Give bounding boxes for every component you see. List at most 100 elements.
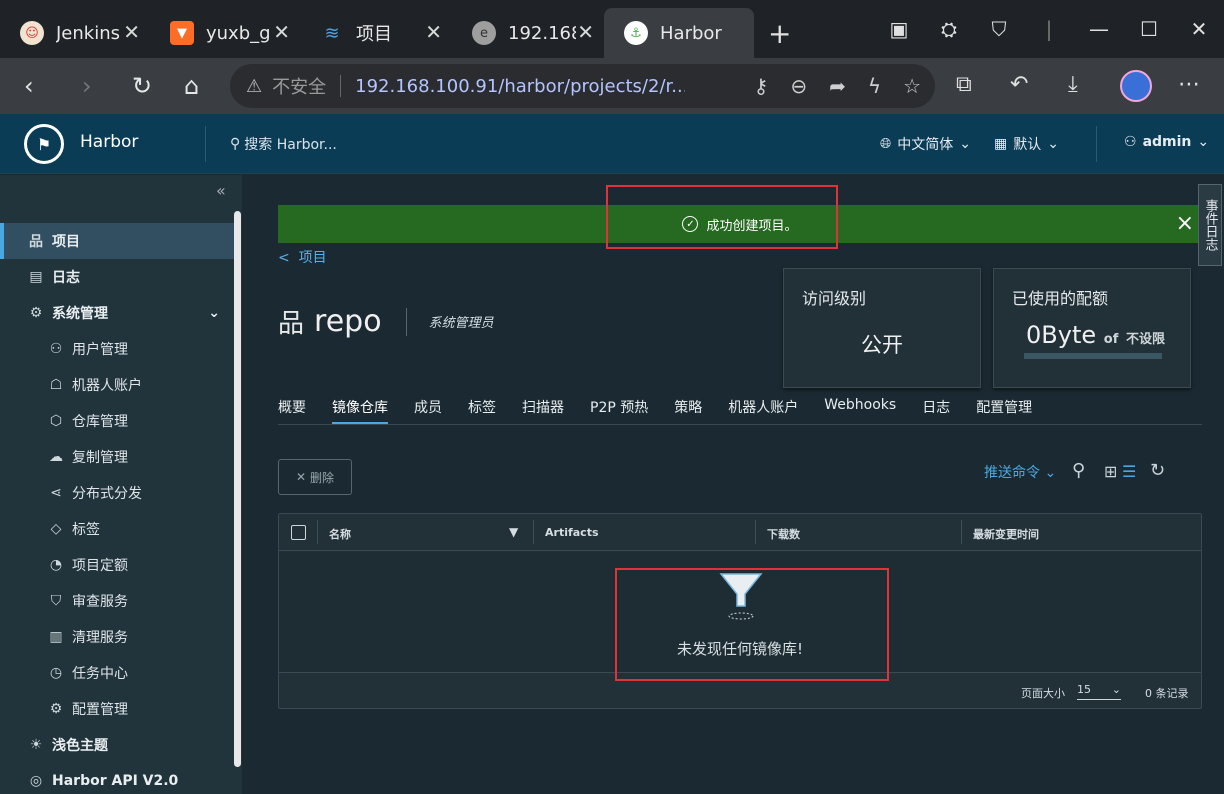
access-level-card: 访问级别 公开 [783,268,981,388]
gitlab-icon: ▼ [170,21,194,45]
delete-button[interactable]: ✕ 删除 [278,459,352,495]
reload-icon[interactable]: ↻ [132,72,152,100]
close-icon[interactable]: × [1176,211,1194,236]
trash-icon: ▥ [49,629,63,645]
close-tab-icon[interactable]: ✕ [425,20,442,44]
browser-tab-gitlab[interactable]: ▼ yuxb_gi ✕ [150,8,300,58]
tab-policy[interactable]: 策略 [674,397,702,424]
tab-scanner[interactable]: 扫描器 [522,397,564,424]
divider [340,75,342,97]
star-icon[interactable]: ☆ [903,74,921,98]
column-updated[interactable]: 最新变更时间 [973,526,1039,542]
avatar[interactable] [1120,70,1152,102]
highlight-box [606,185,838,249]
download-icon[interactable]: ⤓ [1068,72,1078,97]
close-window-icon[interactable]: ✕ [1174,17,1224,41]
tab-robots[interactable]: 机器人账户 [728,397,798,424]
new-tab-button[interactable]: + [768,8,791,58]
browser-tab-jenkins[interactable]: ☺ Jenkins ✕ [0,8,150,58]
highlight-box [615,568,889,681]
minimize-icon[interactable]: — [1074,17,1124,41]
search-icon[interactable]: ⚲ [1072,460,1085,481]
lightning-icon[interactable]: ϟ [868,74,881,98]
grid-view-icon[interactable]: ⊞ [1104,462,1117,481]
sidebar-item-light-theme[interactable]: ☀ 浅色主题 [0,727,234,763]
search-input[interactable]: ⚲ 搜索 Harbor... [230,134,337,154]
tab-webhooks[interactable]: Webhooks [824,397,896,424]
page-size-select[interactable]: 15 ⌄ [1077,683,1121,700]
browser-tab-project[interactable]: ≋ 项目 ✕ [300,8,452,58]
column-downloads[interactable]: 下载数 [767,526,800,542]
close-tab-icon[interactable]: ✕ [123,20,140,44]
language-menu[interactable]: 🌐︎ 中文简体 ⌄ [880,134,971,154]
incognito-icon[interactable]: ⛭ [924,17,974,41]
browser-tab-harbor[interactable]: ⚓ Harbor [604,8,754,58]
url-field[interactable]: ⚠ 不安全 192.168.100.91/harbor/projects/2/r… [230,64,935,108]
undo-icon[interactable]: ↶ [1010,72,1028,97]
sidebar-item-admin[interactable]: ⚙ 系统管理 ⌄ [0,295,234,331]
sidebar-item-users[interactable]: ⚇ 用户管理 [0,331,234,367]
tab-labels[interactable]: 标签 [468,397,496,424]
list-view-icon[interactable]: ☰ [1122,462,1136,481]
forward-icon[interactable]: › [82,72,92,100]
address-bar: ‹ › ↻ ⌂ ⚠ 不安全 192.168.100.91/harbor/proj… [0,58,1224,114]
sidebar-item-config[interactable]: ⚙ 配置管理 [0,691,234,727]
sidebar: « 品 项目 ▤ 日志 ⚙ 系统管理 ⌄ ⚇ 用户管理 ☖ 机器人账户 ⬡ 仓库… [0,175,242,794]
sidebar-item-jobs[interactable]: ◷ 任务中心 [0,655,234,691]
sidebar-item-projects[interactable]: 品 项目 [0,223,234,259]
user-menu[interactable]: ⚇ admin ⌄ [1124,134,1209,150]
url-text[interactable]: 192.168.100.91/harbor/projects/2/r... [355,76,685,97]
brand-name[interactable]: Harbor [80,132,138,152]
sidebar-item-distribution[interactable]: ⋖ 分布式分发 [0,475,234,511]
share-icon[interactable]: ➦ [829,74,846,98]
refresh-icon[interactable]: ↻ [1150,460,1165,481]
tab-members[interactable]: 成员 [414,397,442,424]
wave-icon: ≋ [324,22,340,44]
browser-tab-ip[interactable]: e 192.168 ✕ [452,8,604,58]
maximize-icon[interactable]: ☐ [1124,17,1174,41]
window-controls: ▣ ⛭ ⛉ | — ☐ ✕ [874,0,1224,58]
column-artifacts[interactable]: Artifacts [545,526,599,539]
sidebar-item-logs[interactable]: ▤ 日志 [0,259,234,295]
chevron-down-icon: ⌄ [959,136,971,152]
tab-logs[interactable]: 日志 [922,397,950,424]
sidebar-item-api[interactable]: ◎ Harbor API V2.0 [0,763,234,794]
theme-menu[interactable]: ▦ 默认 ⌄ [994,134,1059,154]
tab-config[interactable]: 配置管理 [976,397,1032,424]
harbor-logo-icon[interactable]: ⚑ [24,124,64,164]
sidebar-item-quotas[interactable]: ◔ 项目定额 [0,547,234,583]
filter-icon[interactable]: ▼ [509,525,518,539]
back-icon[interactable]: ‹ [24,72,34,100]
sidebar-item-interrogation[interactable]: ⛉ 审查服务 [0,583,234,619]
home-icon[interactable]: ⌂ [184,72,199,100]
divider: | [1045,17,1053,41]
sidebar-item-gc[interactable]: ▥ 清理服务 [0,619,234,655]
sidebar-scrollbar[interactable] [234,211,241,767]
sidebar-item-replication[interactable]: ☁ 复制管理 [0,439,234,475]
close-tab-icon[interactable]: ✕ [577,20,594,44]
breadcrumb[interactable]: < 项目 [278,247,327,267]
tab-repositories[interactable]: 镜像仓库 [332,397,388,424]
tab-summary[interactable]: 概要 [278,397,306,424]
column-name[interactable]: 名称 [329,526,351,542]
event-log-tab[interactable]: 事件日志 [1198,184,1222,266]
key-icon[interactable]: ⚷ [754,74,769,98]
sidebar-item-registries[interactable]: ⬡ 仓库管理 [0,403,234,439]
sidebar-item-robots[interactable]: ☖ 机器人账户 [0,367,234,403]
zoom-out-icon[interactable]: ⊖ [790,74,807,98]
extensions-icon[interactable]: ⧉ [956,72,972,97]
quota-card: 已使用的配额 0Byte of 不设限 [993,268,1191,388]
workspaces-icon[interactable]: ▣ [874,17,924,41]
divider [405,307,407,336]
push-command-button[interactable]: 推送命令 ⌄ [984,462,1056,482]
more-icon[interactable]: ⋯ [1178,72,1200,97]
calendar-icon: ▦ [994,136,1008,152]
tab-p2p[interactable]: P2P 预热 [590,397,648,424]
sidebar-item-labels[interactable]: ◇ 标签 [0,511,234,547]
shirt-icon[interactable]: ⛉ [974,17,1024,41]
close-tab-icon[interactable]: ✕ [273,20,290,44]
select-all-checkbox[interactable] [291,525,306,540]
url-actions: ⚷ ⊖ ➦ ϟ ☆ [754,74,921,98]
collapse-sidebar-icon[interactable]: « [216,181,226,200]
admin-icon: ⚙ [29,305,43,321]
